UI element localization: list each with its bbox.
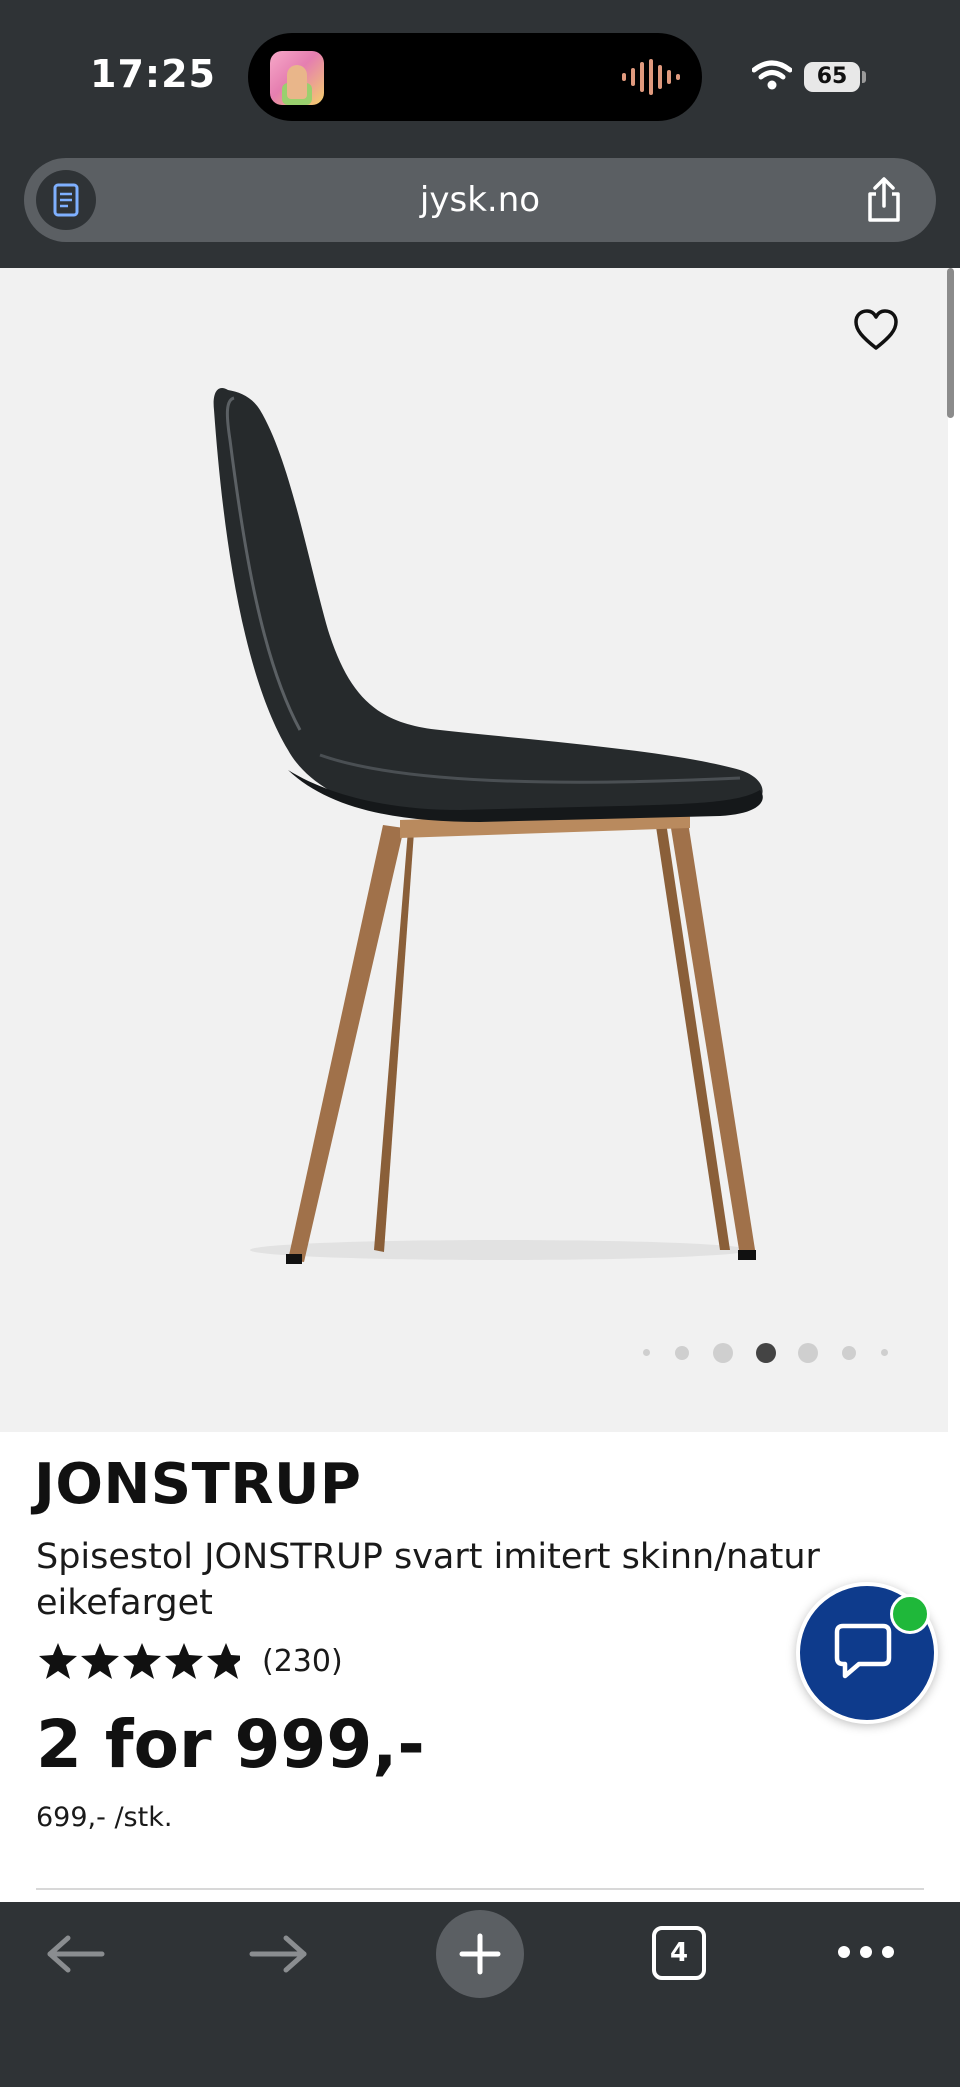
unit-price: 699,- /stk. [36,1802,173,1833]
pagination-dot-active[interactable] [756,1343,776,1363]
share-icon[interactable] [862,176,906,224]
battery-tip [862,71,866,83]
arrow-right-icon[interactable] [248,1934,308,1974]
audio-waveform-icon [622,59,680,95]
star-icon [165,1643,203,1679]
pagination-dot[interactable] [881,1349,888,1356]
star-partial-icon [207,1643,240,1679]
tab-switcher-button[interactable]: 4 [652,1926,706,1980]
chat-bubble-icon [834,1623,892,1679]
scrollbar-thumb[interactable] [947,268,954,418]
scroll-track [948,268,960,1432]
address-bar[interactable]: jysk.no [24,158,936,242]
pagination-dot[interactable] [643,1349,650,1356]
arrow-left-icon[interactable] [46,1934,106,1974]
pagination-dot[interactable] [798,1343,818,1363]
product-rating[interactable]: (230) [38,1642,343,1680]
wifi-icon [752,60,792,90]
browser-top-bar: 17:25 65 jysk.no [0,0,960,268]
plus-icon [459,1933,501,1975]
battery-level: 65 [804,62,860,92]
star-icon [39,1643,77,1679]
product-title: JONSTRUP [34,1452,362,1517]
star-icon [123,1643,161,1679]
star-icon [81,1643,119,1679]
product-price: 2 for 999,- [36,1706,425,1783]
favorite-heart-icon[interactable] [852,308,900,352]
review-count[interactable]: (230) [262,1644,343,1679]
url-text[interactable]: jysk.no [24,158,936,242]
product-description: Spisestol JONSTRUP svart imitert skinn/n… [36,1537,820,1623]
new-tab-button[interactable] [436,1910,524,1998]
pagination-dot[interactable] [842,1346,856,1360]
status-bar: 17:25 65 [0,0,960,150]
divider [36,1888,924,1890]
status-time: 17:25 [90,52,216,96]
pagination-dot[interactable] [713,1343,733,1363]
online-status-dot [890,1594,930,1634]
gallery-pagination[interactable] [0,1340,948,1364]
ellipsis-icon[interactable] [836,1944,896,1960]
product-image-chair [213,388,763,1264]
now-playing-artwork [270,51,324,105]
dynamic-island[interactable] [248,33,702,121]
pagination-dot[interactable] [675,1346,689,1360]
